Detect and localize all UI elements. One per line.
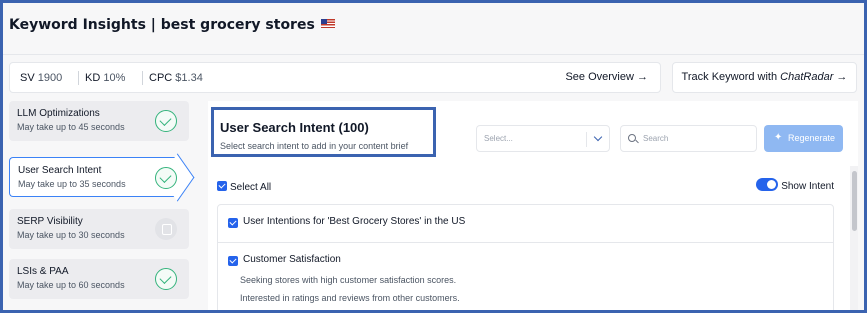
scrollbar-thumb[interactable] <box>852 171 857 231</box>
page-title: Keyword Insights | best grocery stores <box>9 17 315 33</box>
pending-icon <box>155 218 177 240</box>
dropdown-divider <box>586 132 587 147</box>
see-overview-link[interactable]: See Overview → <box>565 71 648 83</box>
intent-heading-box: User Search Intent (100) Select search i… <box>211 107 436 157</box>
track-keyword-button[interactable]: Track Keyword with ChatRadar → <box>672 62 857 93</box>
intent-subheading: Select search intent to add in your cont… <box>220 141 409 151</box>
sidebar-item-lsis-paa[interactable]: LSIs & PAA May take up to 60 seconds <box>9 259 189 299</box>
checkbox-checked-icon[interactable] <box>228 218 238 228</box>
check-circle-icon <box>155 268 177 290</box>
keyword-metrics-bar: SV 1900 KD 10% CPC $1.34 See Overview → <box>9 62 661 93</box>
analysis-sidebar: LLM Optimizations May take up to 45 seco… <box>9 101 195 310</box>
sv-metric: SV 1900 <box>20 72 63 84</box>
check-circle-icon <box>155 167 177 189</box>
checkbox-checked-icon <box>217 181 227 191</box>
intent-panel: User Search Intent (100) Select search i… <box>208 101 858 310</box>
select-all-checkbox[interactable]: Select All <box>217 181 271 193</box>
search-icon <box>628 134 636 142</box>
regenerate-button[interactable]: ✦ Regenerate <box>764 125 843 152</box>
intent-select-dropdown[interactable]: Select... <box>476 125 610 152</box>
chatradar-brand: ChatRadar <box>780 71 834 83</box>
toggle-switch <box>756 178 779 191</box>
intent-heading: User Search Intent (100) <box>220 120 369 135</box>
check-circle-icon <box>155 110 177 132</box>
app-window: Keyword Insights | best grocery stores S… <box>0 0 867 313</box>
sparkle-icon: ✦ <box>774 132 783 143</box>
metric-divider <box>142 71 143 85</box>
page-header: Keyword Insights | best grocery stores <box>3 3 864 55</box>
list-item[interactable]: Customer Satisfaction Seeking stores wit… <box>218 243 833 310</box>
list-item[interactable]: User Intentions for 'Best Grocery Stores… <box>218 205 833 243</box>
show-intent-toggle[interactable]: Show Intent <box>756 178 834 192</box>
kd-metric: KD 10% <box>85 72 126 84</box>
chevron-down-icon <box>593 132 603 142</box>
metric-divider <box>78 71 79 85</box>
sidebar-item-serp-visibility[interactable]: SERP Visibility May take up to 30 second… <box>9 209 189 249</box>
sidebar-item-llm-optimizations[interactable]: LLM Optimizations May take up to 45 seco… <box>9 101 189 141</box>
us-flag-icon <box>320 19 335 28</box>
intent-list: User Intentions for 'Best Grocery Stores… <box>217 204 834 310</box>
sidebar-item-user-search-intent[interactable]: User Search Intent May take up to 35 sec… <box>9 157 181 197</box>
checkbox-checked-icon[interactable] <box>228 256 238 266</box>
search-input[interactable]: Search <box>620 125 757 152</box>
cpc-metric: CPC $1.34 <box>149 72 203 84</box>
